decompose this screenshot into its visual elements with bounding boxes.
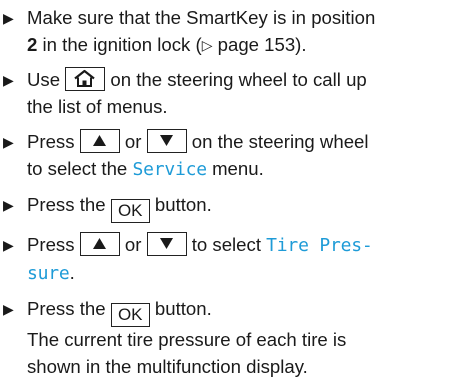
bullet-icon: ▶ — [3, 197, 14, 213]
step-6: ▶ Press the OK button. The current tire … — [0, 296, 458, 380]
step-3: ▶ Press or on the steering wheel to sele… — [0, 129, 458, 183]
step-2-line-1: Use on the steering wheel to call up — [27, 67, 458, 94]
step-3-line2-post: menu. — [206, 157, 264, 179]
service-menu-name: Service — [132, 158, 207, 180]
step-1-text: in the ignition lock ( — [37, 33, 202, 55]
step-3-line-1: Press or on the steering wheel — [27, 129, 458, 156]
step-5-line-2: sure. — [27, 260, 458, 288]
down-arrow-key-icon — [146, 232, 187, 256]
step-2-post: on the steering wheel to call up — [105, 69, 367, 90]
instruction-list: ▶ Make sure that the SmartKey is in posi… — [0, 5, 458, 389]
ok-key: OK — [110, 199, 150, 223]
up-arrow-key-icon — [79, 129, 120, 153]
step-3-post: on the steering wheel — [186, 131, 369, 152]
home-key-icon — [65, 67, 106, 91]
bullet-icon: ▶ — [3, 301, 14, 317]
step-4-pre: Press the — [27, 194, 111, 215]
bullet-icon: ▶ — [3, 10, 14, 26]
step-3-pre: Press — [27, 131, 80, 152]
bullet-icon: ▶ — [3, 72, 14, 88]
tire-pressure-menu-name-part2: sure — [27, 262, 70, 284]
page-ref-arrow-icon: ▷ — [201, 36, 213, 53]
step-3-line2-pre: to select the — [27, 157, 133, 179]
or-text: or — [119, 234, 147, 255]
step-1: ▶ Make sure that the SmartKey is in posi… — [0, 5, 458, 58]
step-5-end: . — [69, 261, 75, 283]
step-6-pre: Press the — [27, 298, 111, 319]
page-reference: page 153). — [212, 33, 307, 55]
tire-pressure-menu-name-part1: Tire Pres- — [266, 235, 373, 256]
position-number: 2 — [27, 33, 38, 55]
step-2-line-2: the list of menus. — [27, 95, 168, 117]
step-5: ▶ Press or to select Tire Pres- sure. — [0, 232, 458, 287]
step-5-pre: Press — [27, 234, 80, 255]
step-6-line-1: Press the OK button. — [27, 296, 458, 327]
step-6-post: button. — [149, 298, 212, 319]
step-2-pre: Use — [27, 69, 66, 90]
result-line-2: shown in the multifunction display. — [27, 355, 308, 377]
bullet-icon: ▶ — [3, 237, 14, 253]
step-3-line-2: to select the Service menu. — [27, 156, 458, 184]
down-arrow-key-icon — [146, 129, 187, 153]
step-4: ▶ Press the OK button. — [0, 192, 458, 223]
step-1-line-2: 2 in the ignition lock (▷ page 153). — [27, 32, 458, 59]
step-4-line-1: Press the OK button. — [27, 192, 458, 223]
step-2: ▶ Use on the steering wheel to call up t… — [0, 67, 458, 120]
bullet-icon: ▶ — [3, 134, 14, 150]
or-text: or — [119, 131, 147, 152]
step-5-line-1: Press or to select Tire Pres- — [27, 232, 458, 260]
up-arrow-key-icon — [79, 232, 120, 256]
step-5-mid: to select — [186, 234, 267, 255]
result-line-1: The current tire pressure of each tire i… — [27, 329, 347, 350]
step-1-line-1: Make sure that the SmartKey is in positi… — [27, 7, 376, 28]
step-4-post: button. — [149, 194, 212, 215]
ok-key: OK — [110, 303, 150, 327]
